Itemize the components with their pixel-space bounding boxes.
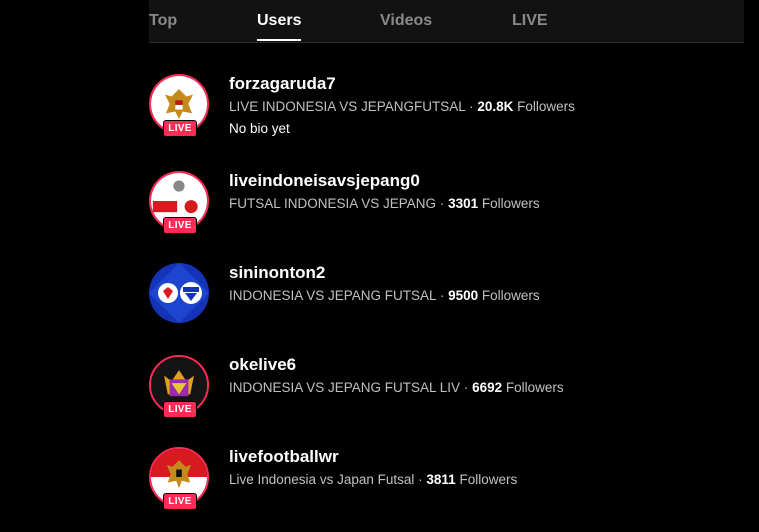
separator: · bbox=[439, 196, 445, 211]
user-result-sininonton2[interactable]: sininonton2 INDONESIA VS JEPANG FUTSAL ·… bbox=[149, 263, 669, 327]
user-subline: Live Indonesia vs Japan Futsal · 3811 Fo… bbox=[229, 472, 517, 487]
separator: · bbox=[418, 472, 423, 487]
user-subline: INDONESIA VS JEPANG FUTSAL · 9500 Follow… bbox=[229, 288, 540, 303]
live-badge: LIVE bbox=[163, 120, 197, 137]
nickname: INDONESIA VS JEPANG FUTSAL LIV bbox=[229, 380, 461, 395]
nickname: Live Indonesia vs Japan Futsal bbox=[229, 472, 415, 487]
username[interactable]: okelive6 bbox=[229, 355, 296, 375]
followers-label: Followers bbox=[505, 380, 564, 395]
follower-count: 3811 bbox=[426, 472, 456, 487]
search-tab-bar: Top Users Videos LIVE bbox=[149, 0, 744, 43]
follower-count: 6692 bbox=[472, 380, 503, 395]
nickname: INDONESIA VS JEPANG FUTSAL bbox=[229, 288, 437, 303]
live-badge: LIVE bbox=[163, 217, 197, 234]
separator: · bbox=[439, 288, 445, 303]
live-badge: LIVE bbox=[163, 401, 197, 418]
live-badge: LIVE bbox=[163, 493, 197, 510]
user-result-liveindonesiavsjepang0[interactable]: LIVE liveindoneisavsjepang0 FUTSAL INDON… bbox=[149, 171, 669, 235]
separator: · bbox=[469, 99, 474, 114]
user-subline: INDONESIA VS JEPANG FUTSAL LIV · 6692 Fo… bbox=[229, 380, 564, 395]
user-bio: No bio yet bbox=[229, 121, 290, 136]
tab-live[interactable]: LIVE bbox=[512, 12, 548, 30]
user-subline: FUTSAL INDONESIA VS JEPANG · 3301 Follow… bbox=[229, 196, 540, 211]
username[interactable]: livefootballwr bbox=[229, 447, 339, 467]
tab-users[interactable]: Users bbox=[257, 12, 301, 30]
followers-label: Followers bbox=[481, 288, 540, 303]
username[interactable]: liveindoneisavsjepang0 bbox=[229, 171, 420, 191]
tab-top[interactable]: Top bbox=[149, 12, 177, 30]
active-tab-indicator bbox=[257, 39, 301, 41]
nickname: LIVE INDONESIA VS JEPANGFUTSAL bbox=[229, 99, 466, 114]
followers-label: Followers bbox=[481, 196, 540, 211]
separator: · bbox=[463, 380, 469, 395]
user-subline: LIVE INDONESIA VS JEPANGFUTSAL · 20.8K F… bbox=[229, 99, 575, 114]
followers-label: Followers bbox=[517, 99, 575, 114]
username[interactable]: sininonton2 bbox=[229, 263, 325, 283]
follower-count: 3301 bbox=[448, 196, 479, 211]
tab-videos[interactable]: Videos bbox=[380, 12, 432, 30]
team-crest-icon bbox=[149, 263, 209, 323]
user-result-livefootballwr[interactable]: LIVE livefootballwr Live Indonesia vs Ja… bbox=[149, 447, 669, 511]
follower-count: 20.8K bbox=[477, 99, 514, 114]
follower-count: 9500 bbox=[448, 288, 479, 303]
nickname: FUTSAL INDONESIA VS JEPANG bbox=[229, 196, 437, 211]
user-result-okelive6[interactable]: LIVE okelive6 INDONESIA VS JEPANG FUTSAL… bbox=[149, 355, 669, 419]
avatar[interactable] bbox=[149, 263, 209, 323]
followers-label: Followers bbox=[459, 472, 518, 487]
username[interactable]: forzagaruda7 bbox=[229, 74, 336, 94]
user-result-forzagaruda7[interactable]: LIVE forzagaruda7 LIVE INDONESIA VS JEPA… bbox=[149, 74, 669, 138]
